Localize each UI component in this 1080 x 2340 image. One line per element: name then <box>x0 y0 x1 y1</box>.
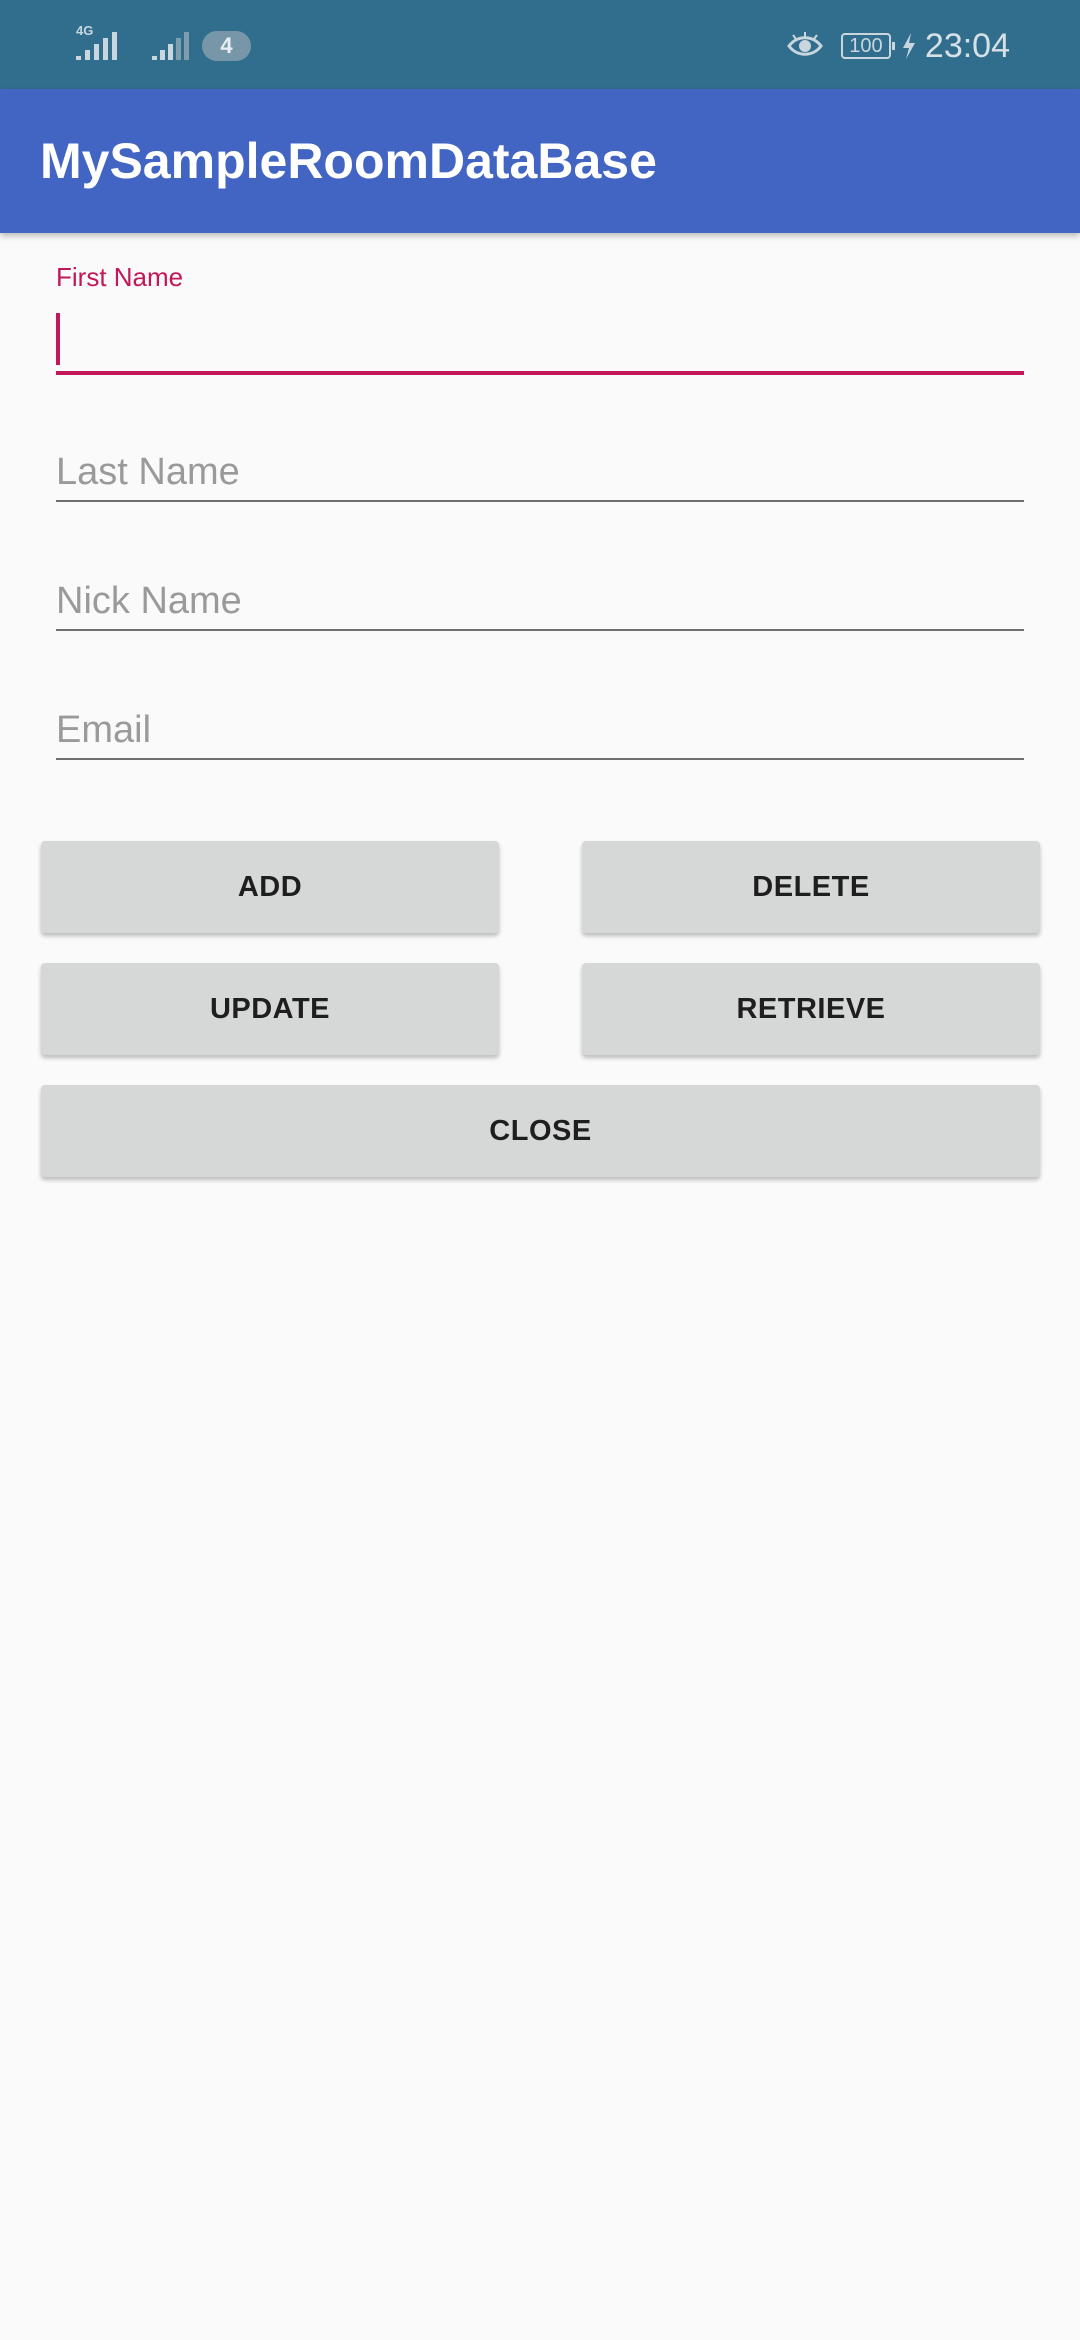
status-bar: 4G 4 100 23:04 <box>0 0 1080 89</box>
last-name-input[interactable] <box>56 442 1024 502</box>
clock: 23:04 <box>924 26 1010 65</box>
last-name-field[interactable] <box>56 420 1024 502</box>
battery-icon: 100 <box>840 33 895 59</box>
email-input[interactable] <box>56 700 1024 760</box>
update-button[interactable]: UPDATE <box>41 963 499 1055</box>
first-name-underline <box>56 371 1024 375</box>
first-name-input[interactable] <box>56 315 1024 375</box>
status-left-group: 4G <box>76 23 192 64</box>
app-bar: MySampleRoomDataBase <box>0 89 1080 233</box>
nick-name-underline <box>56 629 1024 631</box>
add-button[interactable]: ADD <box>41 841 499 933</box>
signal-icon <box>152 32 189 60</box>
email-field[interactable] <box>56 678 1024 760</box>
close-button[interactable]: CLOSE <box>41 1085 1040 1177</box>
nick-name-input[interactable] <box>56 571 1024 631</box>
eye-icon <box>787 32 823 56</box>
retrieve-button[interactable]: RETRIEVE <box>582 963 1040 1055</box>
nick-name-field[interactable] <box>56 549 1024 631</box>
last-name-underline <box>56 500 1024 502</box>
app-title: MySampleRoomDataBase <box>40 133 657 189</box>
notification-count-badge: 4 <box>202 31 251 61</box>
network-type-label: 4G <box>76 23 94 38</box>
email-underline <box>56 758 1024 760</box>
first-name-field[interactable]: First Name <box>56 262 1024 375</box>
charging-icon <box>902 33 915 59</box>
battery-level: 100 <box>849 35 883 57</box>
text-cursor <box>56 313 60 365</box>
first-name-label: First Name <box>56 262 184 292</box>
delete-button[interactable]: DELETE <box>582 841 1040 933</box>
status-right-group: 100 23:04 <box>787 26 1010 66</box>
